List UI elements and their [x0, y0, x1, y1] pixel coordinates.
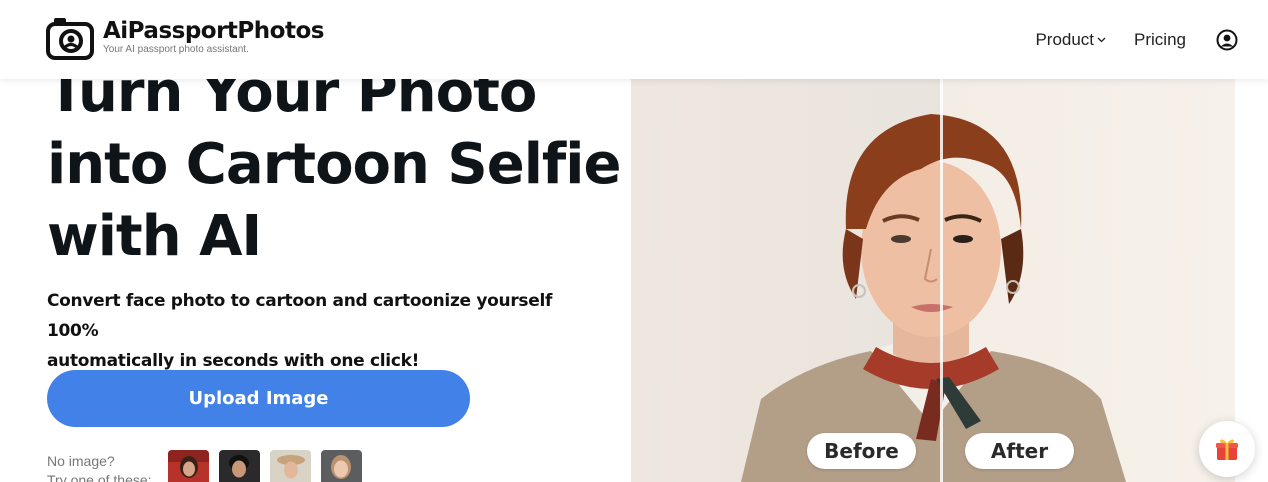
- no-image-hint: No image? Try one of these:: [47, 452, 152, 482]
- sample-image-4[interactable]: [321, 450, 362, 482]
- brand-logo[interactable]: AiPassportPhotos Your AI passport photo …: [46, 16, 324, 60]
- sample-image-1[interactable]: [168, 450, 209, 482]
- gift-button[interactable]: [1199, 421, 1255, 477]
- no-image-line-2: Try one of these:: [47, 472, 152, 482]
- brand-name: AiPassportPhotos: [103, 18, 324, 44]
- sample-image-2[interactable]: [219, 450, 260, 482]
- site-header: AiPassportPhotos Your AI passport photo …: [0, 0, 1268, 79]
- sample-image-3[interactable]: [270, 450, 311, 482]
- after-badge: After: [965, 433, 1074, 469]
- nav-pricing-label: Pricing: [1134, 30, 1186, 49]
- nav-product-label: Product: [1035, 30, 1095, 49]
- chevron-down-icon: [1097, 37, 1106, 43]
- user-account-icon[interactable]: [1216, 29, 1238, 51]
- nav-product-menu[interactable]: Product: [1035, 30, 1106, 50]
- sample-images: [168, 450, 362, 482]
- upload-image-button[interactable]: Upload Image: [47, 370, 470, 427]
- portrait-illustration: [631, 79, 1235, 482]
- camera-logo-icon: [46, 18, 94, 60]
- main-nav: Product Pricing: [1035, 26, 1238, 54]
- hero-subtitle: Convert face photo to cartoon and cartoo…: [47, 286, 607, 376]
- gift-icon: [1216, 439, 1238, 460]
- hero-title: Turn Your Photo into Cartoon Selfie with…: [47, 57, 621, 273]
- before-after-comparison[interactable]: [631, 79, 1235, 482]
- hero-title-line-2: into Cartoon Selfie: [47, 132, 621, 197]
- hero-title-line-3: with AI: [47, 204, 262, 269]
- nav-pricing-link[interactable]: Pricing: [1134, 30, 1186, 50]
- before-badge: Before: [807, 433, 916, 469]
- no-image-line-1: No image?: [47, 453, 115, 469]
- hero-subtitle-line-1: Convert face photo to cartoon and cartoo…: [47, 291, 553, 341]
